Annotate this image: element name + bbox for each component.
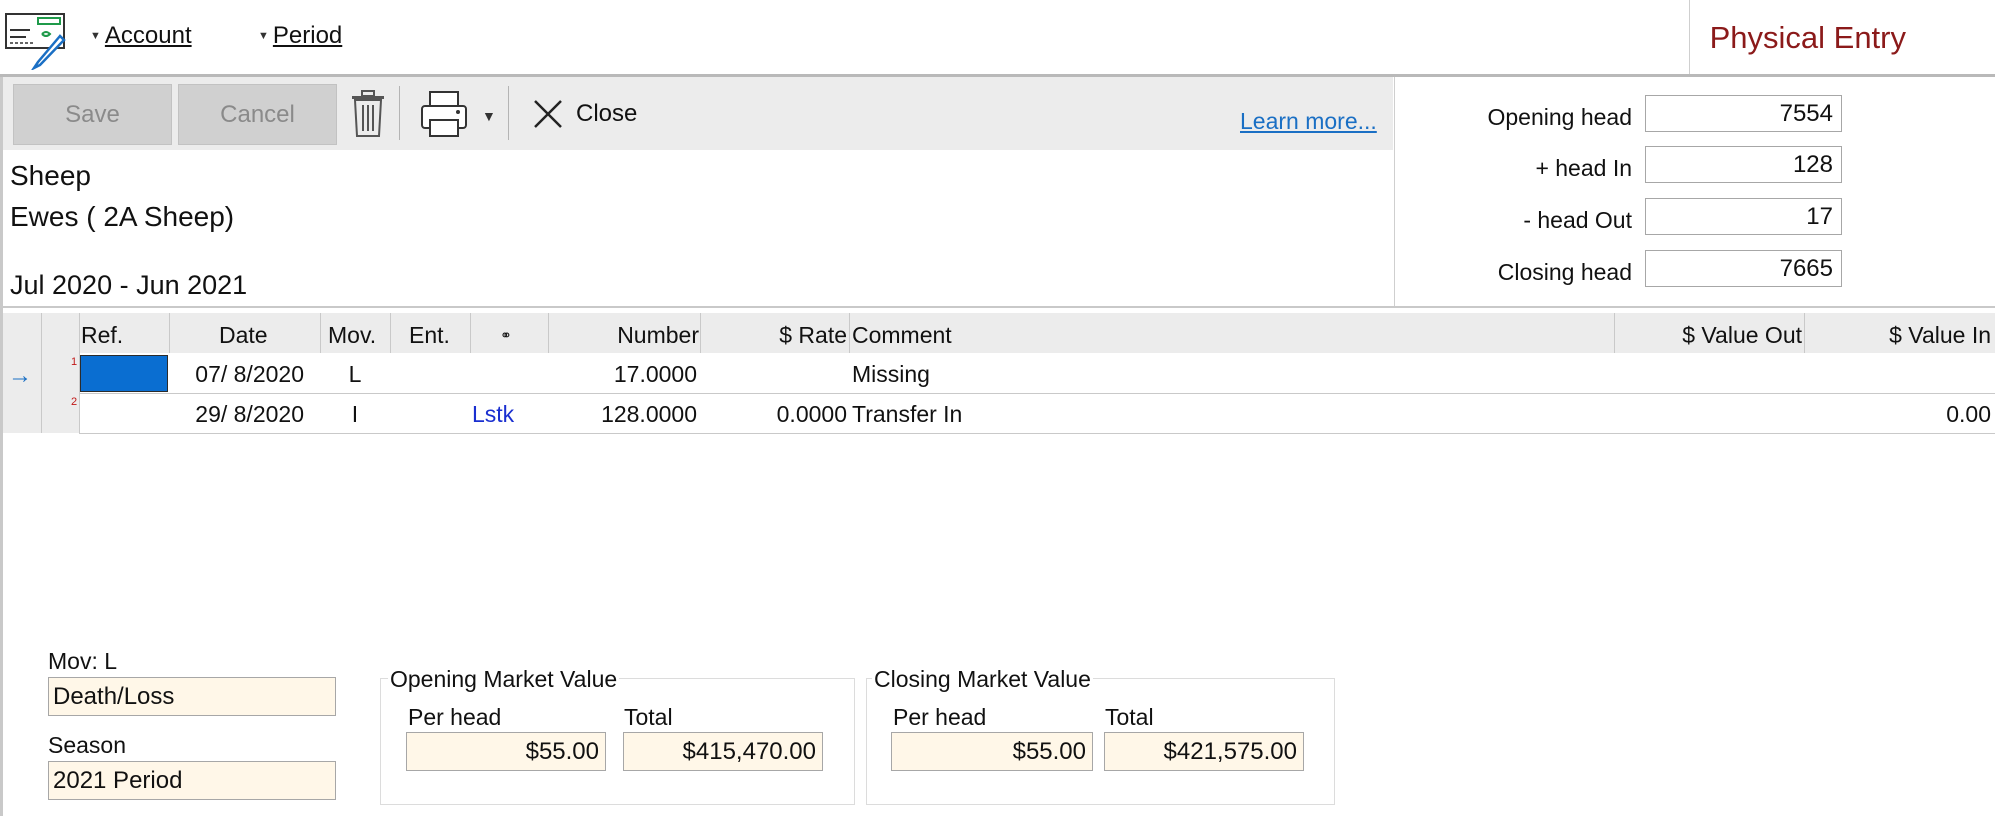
column-header-date[interactable]: Date	[219, 313, 268, 353]
head-in-label: + head In	[1535, 155, 1632, 181]
closing-total-label: Total	[1105, 704, 1154, 730]
print-icon[interactable]	[420, 90, 470, 140]
close-label: Close	[576, 100, 638, 127]
period-range: Jul 2020 - Jun 2021	[10, 270, 248, 300]
dropdown-caret-icon: ▼	[90, 30, 101, 42]
column-header-ent[interactable]: Ent.	[409, 313, 450, 353]
column-separator	[470, 313, 471, 353]
column-separator	[700, 313, 701, 353]
head-out-field: 17	[1645, 198, 1842, 235]
learn-more-link[interactable]: Learn more...	[1240, 108, 1377, 135]
column-separator	[1614, 313, 1615, 353]
column-header-rate[interactable]: $ Rate	[700, 313, 847, 353]
enterprise-name: Sheep	[10, 160, 91, 191]
link-icon[interactable]: ⚭	[500, 313, 512, 353]
closing-per-head-field[interactable]: $55.00	[891, 732, 1093, 771]
account-menu[interactable]: ▼ Account	[90, 22, 192, 50]
closing-market-value-title: Closing Market Value	[872, 666, 1093, 693]
current-row-arrow-icon: →	[8, 362, 32, 389]
mov-label: Mov: L	[48, 648, 118, 674]
cancel-button[interactable]: Cancel	[178, 84, 337, 145]
save-button[interactable]: Save	[13, 84, 172, 145]
movement-type-field[interactable]: Death/Loss	[48, 677, 336, 716]
column-separator	[548, 313, 549, 353]
head-out-label: - head Out	[1523, 207, 1632, 233]
closing-total-field[interactable]: $421,575.00	[1104, 732, 1304, 771]
close-button[interactable]: Close	[530, 96, 637, 132]
toolbar-separator	[508, 86, 509, 140]
season-label: Season	[48, 732, 127, 758]
mov-cell[interactable]: L	[340, 355, 370, 393]
mov-cell[interactable]: I	[340, 395, 370, 433]
closing-per-head-label: Per head	[893, 704, 987, 730]
column-separator	[169, 313, 170, 353]
column-header-comment[interactable]: Comment	[852, 313, 952, 353]
number-cell[interactable]: 128.0000	[549, 395, 697, 433]
title-area: Physical Entry	[1689, 0, 1995, 74]
closing-head-field: 7665	[1645, 250, 1842, 287]
rate-cell[interactable]: 0.0000	[702, 395, 847, 433]
opening-market-value-title: Opening Market Value	[388, 666, 620, 693]
date-cell[interactable]: 29/ 8/2020	[172, 395, 304, 433]
link-cell[interactable]: Lstk	[472, 395, 514, 433]
cheque-pen-icon	[4, 10, 68, 72]
opening-per-head-field[interactable]: $55.00	[406, 732, 606, 771]
toolbar-separator	[399, 86, 400, 140]
column-header-number[interactable]: Number	[549, 313, 699, 353]
comment-cell[interactable]: Transfer In	[852, 395, 962, 433]
account-menu-label: Account	[104, 22, 192, 49]
column-header-value-in[interactable]: $ Value In	[1805, 313, 1991, 353]
print-dropdown-caret-icon[interactable]: ▼	[482, 108, 496, 124]
column-separator	[1804, 313, 1805, 353]
closing-head-label: Closing head	[1497, 259, 1632, 285]
column-separator	[320, 313, 321, 353]
dropdown-caret-icon: ▼	[258, 30, 269, 42]
date-cell[interactable]: 07/ 8/2020	[172, 355, 304, 393]
delete-trash-icon[interactable]	[350, 90, 386, 138]
season-field[interactable]: 2021 Period	[48, 761, 336, 800]
column-header-mov[interactable]: Mov.	[328, 313, 376, 353]
number-cell[interactable]: 17.0000	[549, 355, 697, 393]
column-header-value-out[interactable]: $ Value Out	[1615, 313, 1802, 353]
opening-head-label: Opening head	[1487, 104, 1632, 130]
grid-divider	[0, 306, 1995, 308]
close-icon	[534, 100, 562, 128]
row-number: 2	[71, 396, 78, 408]
period-menu-label: Period	[272, 22, 343, 49]
app-title: Physical Entry	[1709, 20, 1906, 55]
column-header-ref[interactable]: Ref.	[81, 313, 123, 353]
value-in-cell[interactable]: 0.00	[1805, 395, 1991, 433]
column-separator	[41, 313, 42, 433]
comment-cell[interactable]: Missing	[852, 355, 930, 393]
opening-total-label: Total	[624, 704, 673, 730]
head-in-field: 128	[1645, 146, 1842, 183]
column-separator	[849, 313, 850, 353]
period-menu[interactable]: ▼ Period	[258, 22, 342, 50]
opening-head-field: 7554	[1645, 95, 1842, 132]
row-number: 1	[71, 356, 78, 368]
ref-cell-selected[interactable]	[80, 355, 168, 392]
opening-per-head-label: Per head	[408, 704, 502, 730]
column-separator	[390, 313, 391, 353]
opening-total-field[interactable]: $415,470.00	[623, 732, 823, 771]
window-left-border	[0, 77, 3, 816]
class-name: Ewes ( 2A Sheep)	[10, 201, 235, 232]
